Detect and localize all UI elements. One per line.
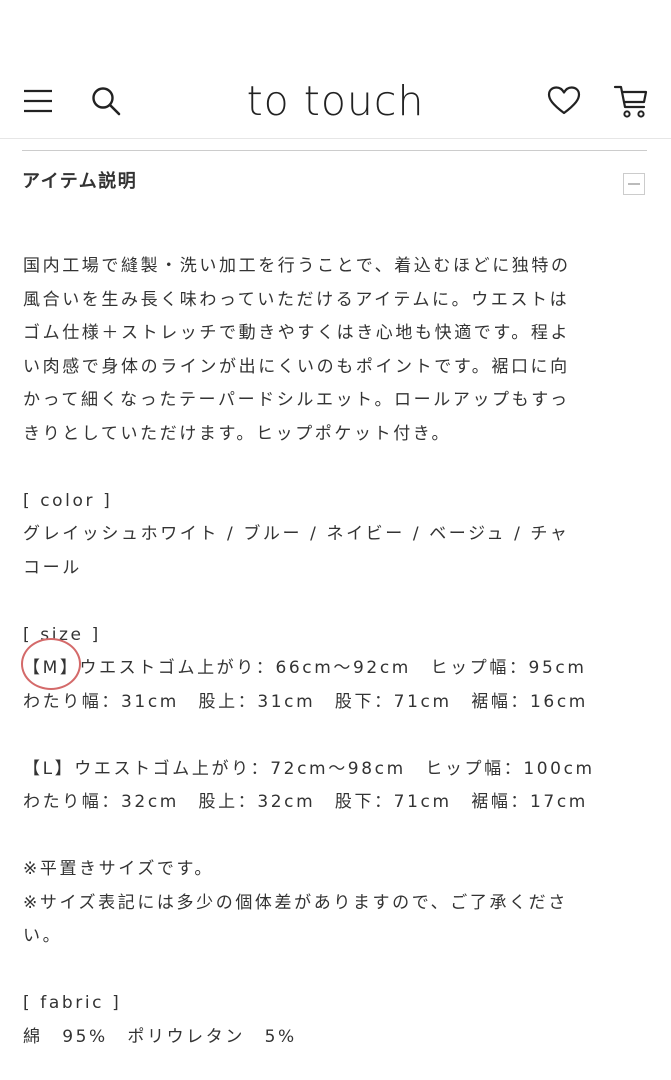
site-logo[interactable]: to touch (206, 78, 466, 124)
menu-icon[interactable] (22, 85, 54, 117)
section-title[interactable]: アイテム説明 (22, 168, 137, 196)
color-list: グレイッシュホワイト / ブルー / ネイビー / ベージュ / チャ コール (23, 524, 570, 578)
description-intro: 国内工場で縫製・洗い加工を行うことで、着込むほどに独特の 風合いを生み長く味わっ… (23, 256, 571, 444)
minus-icon (628, 183, 640, 185)
size-heading: [ size ] (23, 624, 101, 645)
section-divider (22, 150, 647, 151)
item-description: 国内工場で縫製・洗い加工を行うことで、着込むほどに独特の 風合いを生み長く味わっ… (23, 250, 648, 1054)
fabric-heading: [ fabric ] (23, 993, 122, 1013)
collapse-button[interactable] (623, 173, 645, 195)
annotation-circle (21, 638, 81, 690)
size-m-spec: 【M】ウエストゴム上がり：66cm〜92cm ヒップ幅：95cm わたり幅：31… (23, 658, 588, 712)
heart-icon[interactable] (547, 85, 581, 117)
search-icon[interactable] (90, 85, 122, 117)
site-header: to touch (0, 64, 671, 139)
cart-icon[interactable] (613, 82, 649, 120)
size-l-spec: 【L】ウエストゴム上がり：72cm〜98cm ヒップ幅：100cm わたり幅：3… (23, 758, 595, 813)
size-notes: ※平置きサイズです。 ※サイズ表記には多少の個体差がありますので、ご了承くださ … (23, 859, 568, 946)
fabric-composition: 綿 95% ポリウレタン 5% (23, 1026, 297, 1047)
color-heading: [ color ] (23, 490, 113, 511)
